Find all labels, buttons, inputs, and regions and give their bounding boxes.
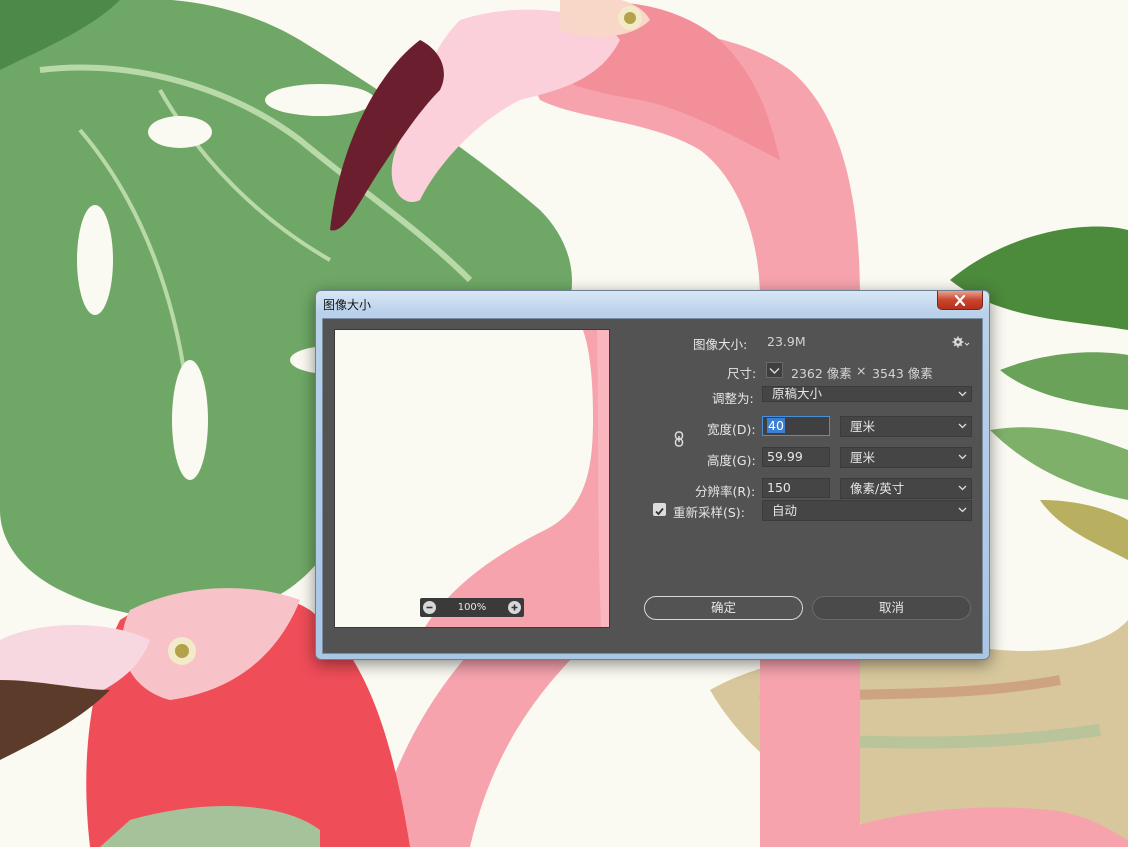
image-size-value: 23.9M xyxy=(767,334,806,349)
link-icon xyxy=(674,431,684,447)
dialog-title: 图像大小 xyxy=(323,298,372,312)
height-unit-select[interactable]: 厘米 xyxy=(840,447,972,468)
height-value: 59.99 xyxy=(767,449,803,464)
settings-gear-button[interactable] xyxy=(952,334,970,348)
dimensions-height: 3543 像素 xyxy=(872,366,933,381)
fit-to-select[interactable]: 原稿大小 xyxy=(762,386,972,402)
chevron-down-icon xyxy=(958,485,967,491)
chevron-down-icon xyxy=(958,423,967,429)
resample-checkbox[interactable] xyxy=(653,503,666,516)
constrain-proportions-button[interactable] xyxy=(674,431,684,447)
checkbox-icon xyxy=(655,507,664,516)
dimensions-width: 2362 像素 xyxy=(791,366,852,381)
preview-image xyxy=(335,330,609,627)
resolution-input[interactable]: 150 xyxy=(762,478,830,498)
chevron-down-icon xyxy=(958,391,967,397)
title-bar[interactable]: 图像大小 xyxy=(316,291,989,317)
height-input[interactable]: 59.99 xyxy=(762,447,830,467)
dimensions-label: 尺寸: xyxy=(727,366,757,381)
cancel-button[interactable]: 取消 xyxy=(812,596,971,620)
ok-button[interactable]: 确定 xyxy=(644,596,803,620)
height-label: 高度(G): xyxy=(707,453,756,468)
close-icon xyxy=(954,294,966,306)
resolution-value: 150 xyxy=(767,480,791,495)
resolution-label: 分辨率(R): xyxy=(695,484,756,499)
chevron-down-icon xyxy=(769,368,780,374)
width-label: 宽度(D): xyxy=(707,422,756,437)
resample-select[interactable]: 自动 xyxy=(762,500,972,521)
resample-label: 重新采样(S): xyxy=(673,505,745,520)
zoom-out-button[interactable] xyxy=(423,601,436,614)
zoom-in-button[interactable] xyxy=(508,601,521,614)
close-button[interactable] xyxy=(937,291,983,310)
zoom-in-icon xyxy=(511,604,518,611)
height-unit-value: 厘米 xyxy=(850,450,876,465)
gear-icon xyxy=(952,336,970,348)
fit-to-label: 调整为: xyxy=(712,391,754,406)
image-size-dialog: 图像大小 100% 图像大小: 23.9M 尺寸: 2362 像素 × 3543… xyxy=(315,290,990,660)
fit-to-value: 原稿大小 xyxy=(772,386,823,401)
width-unit-value: 厘米 xyxy=(850,419,876,434)
chevron-down-icon xyxy=(958,454,967,460)
resample-value: 自动 xyxy=(772,503,798,518)
dialog-body: 100% 图像大小: 23.9M 尺寸: 2362 像素 × 3543 像素 调… xyxy=(322,318,983,654)
dimensions-unit-dropdown[interactable] xyxy=(766,362,783,378)
resolution-unit-value: 像素/英寸 xyxy=(850,481,905,496)
resolution-unit-select[interactable]: 像素/英寸 xyxy=(840,478,972,499)
width-unit-select[interactable]: 厘米 xyxy=(840,416,972,437)
width-value: 40 xyxy=(767,418,785,433)
zoom-control: 100% xyxy=(420,598,524,617)
zoom-level: 100% xyxy=(457,602,487,613)
width-input[interactable]: 40 xyxy=(762,416,830,436)
chevron-down-icon xyxy=(958,507,967,513)
image-preview[interactable]: 100% xyxy=(334,329,610,628)
dimensions-separator: × xyxy=(856,363,867,378)
image-size-label: 图像大小: xyxy=(693,337,748,352)
zoom-out-icon xyxy=(426,606,433,609)
